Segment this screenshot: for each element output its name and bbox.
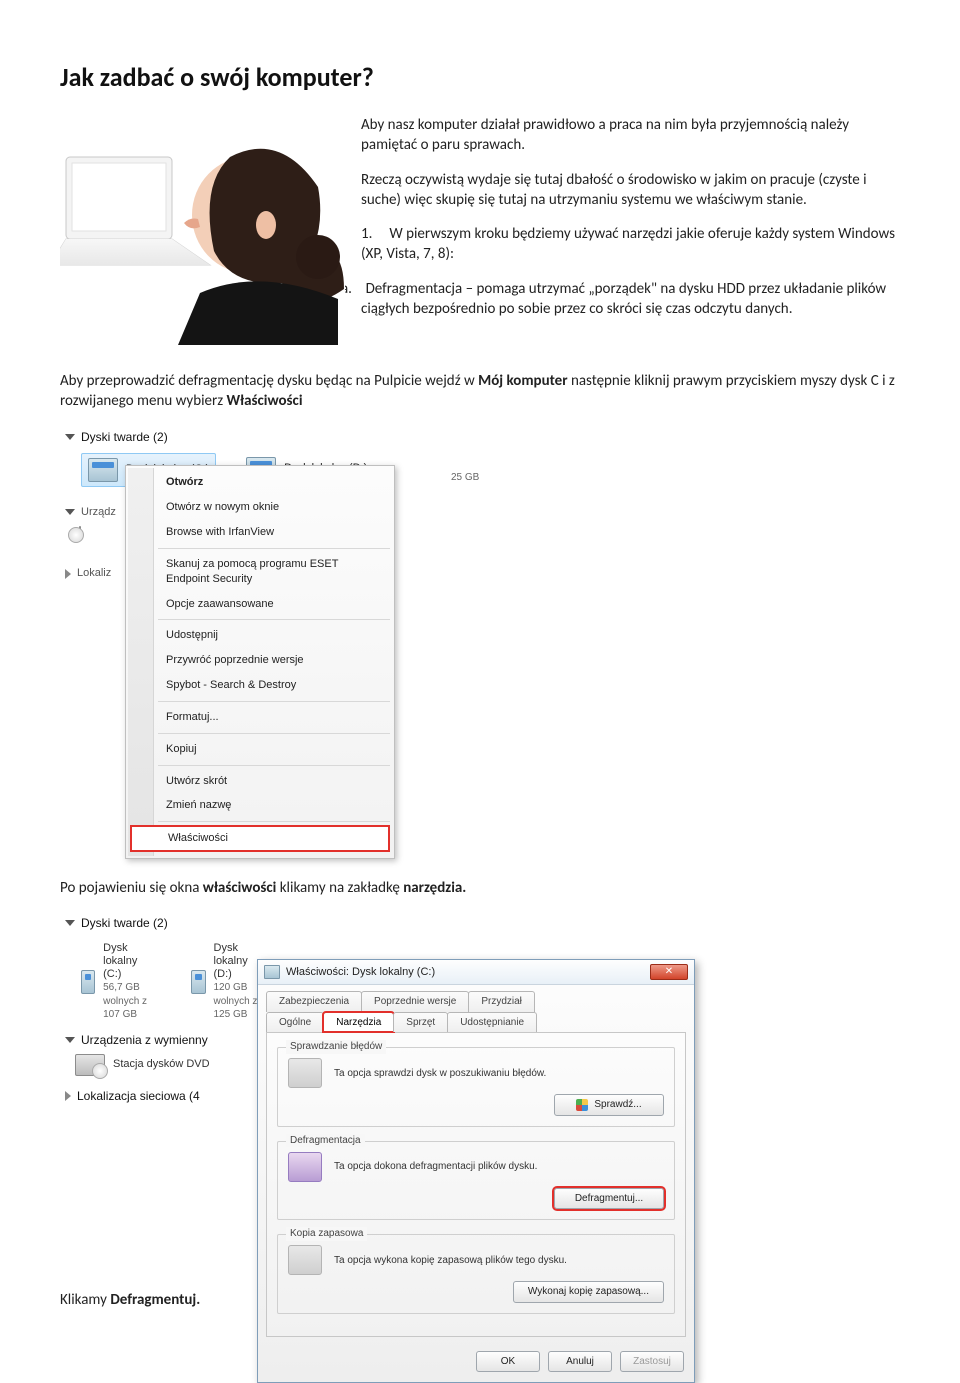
backup-icon xyxy=(288,1245,322,1275)
close-button[interactable]: ✕ xyxy=(650,964,688,980)
group-defrag-text: Ta opcja dokona defragmentacji plików dy… xyxy=(334,1160,664,1174)
section-disks-label-2: Dyski twarde (2) xyxy=(81,915,168,931)
ctx-share[interactable]: Udostępnij xyxy=(128,623,392,648)
footer-bold: Defragmentuj. xyxy=(110,1291,200,1309)
tab-quota[interactable]: Przydział xyxy=(468,991,535,1012)
group-backup-title: Kopia zapasowa xyxy=(286,1227,367,1241)
tab-security[interactable]: Zabezpieczenia xyxy=(266,991,362,1012)
ctx-advanced[interactable]: Opcje zaawansowane xyxy=(128,592,392,617)
intro-block: Aby nasz komputer działał prawidłowo a p… xyxy=(60,115,900,353)
ctx-irfanview[interactable]: Browse with IrfanView xyxy=(128,520,392,545)
instr2-mid: klikamy na zakładkę xyxy=(276,879,403,897)
tab-previous-versions[interactable]: Poprzednie wersje xyxy=(361,991,469,1012)
apply-button[interactable]: Zastosuj xyxy=(620,1351,684,1373)
dialog-titlebar: Właściwości: Dysk lokalny (C:) ✕ xyxy=(258,960,694,985)
footer-pre: Klikamy xyxy=(60,1291,110,1309)
backup-button-label: Wykonaj kopię zapasową... xyxy=(528,1285,649,1299)
step-1a-text: Defragmentacja – pomaga utrzymać „porząd… xyxy=(361,280,886,318)
section-network-label: Lokalizacja sieciowa (4 xyxy=(77,1088,200,1104)
chevron-down-icon xyxy=(65,434,75,440)
devices-label: Urządz xyxy=(81,505,116,520)
disk-icon xyxy=(264,965,280,979)
instruction-1: Aby przeprowadzić defragmentację dysku b… xyxy=(60,371,900,412)
backup-button[interactable]: Wykonaj kopię zapasową... xyxy=(513,1281,664,1303)
ctx-restore-versions[interactable]: Przywróć poprzednie wersje xyxy=(128,648,392,673)
group-errorcheck: Sprawdzanie błędów Ta opcja sprawdzi dys… xyxy=(277,1047,675,1127)
ctx-eset-scan[interactable]: Skanuj za pomocą programu ESET Endpoint … xyxy=(128,552,392,592)
ctx-copy[interactable]: Kopiuj xyxy=(128,737,392,762)
disk-c-item-2[interactable]: Dysk lokalny (C:) 56,7 GB wolnych z 107 … xyxy=(75,938,161,1026)
instr1-bold1: Mój komputer xyxy=(478,372,567,390)
context-menu: Otwórz Otwórz w nowym oknie Browse with … xyxy=(125,465,395,859)
tab-sharing[interactable]: Udostępnianie xyxy=(447,1012,537,1033)
instr2-bold2: narzędzia. xyxy=(403,879,466,897)
chevron-down-icon xyxy=(65,920,75,926)
ok-button[interactable]: OK xyxy=(476,1351,540,1373)
errorcheck-icon xyxy=(288,1058,322,1088)
disk-icon xyxy=(191,970,205,994)
instr2-pre: Po pojawieniu się okna xyxy=(60,879,203,897)
cancel-button[interactable]: Anuluj xyxy=(548,1351,612,1373)
tab-tools[interactable]: Narzędzia xyxy=(323,1012,394,1033)
section-disks-header-2: Dyski twarde (2) xyxy=(61,913,251,933)
check-button[interactable]: Sprawdź... xyxy=(554,1094,664,1116)
defragment-button[interactable]: Defragmentuj... xyxy=(554,1188,664,1210)
instr1-pre: Aby przeprowadzić defragmentację dysku b… xyxy=(60,372,478,390)
ctx-rename[interactable]: Zmień nazwę xyxy=(128,793,392,818)
instr2-bold1: właściwości xyxy=(203,879,277,897)
chevron-right-icon xyxy=(65,569,71,579)
chevron-down-icon xyxy=(65,1037,75,1043)
location-label: Lokaliz xyxy=(77,566,111,581)
section-devices-header: Urządzenia z wymienny xyxy=(61,1030,251,1050)
dialog-title-text: Właściwości: Dysk lokalny (C:) xyxy=(286,965,435,980)
disk-c-label-2: Dysk lokalny (C:) xyxy=(103,942,155,982)
screenshot-properties-dialog: Dyski twarde (2) Dysk lokalny (C:) 56,7 … xyxy=(60,912,715,1272)
disk-icon xyxy=(88,458,118,482)
ctx-create-shortcut[interactable]: Utwórz skrót xyxy=(128,769,392,794)
defragment-button-label: Defragmentuj... xyxy=(575,1192,643,1206)
ctx-format[interactable]: Formatuj... xyxy=(128,705,392,730)
instruction-2: Po pojawieniu się okna właściwości klika… xyxy=(60,878,900,898)
group-errorcheck-text: Ta opcja sprawdzi dysk w poszukiwaniu bł… xyxy=(334,1067,664,1081)
screenshot-context-menu: Dyski twarde (2) Dysk lokalny (C:) Dysk … xyxy=(60,426,530,861)
defrag-icon xyxy=(288,1152,322,1182)
page-title: Jak zadbać o swój komputer? xyxy=(60,60,900,95)
ctx-spybot[interactable]: Spybot - Search & Destroy xyxy=(128,673,392,698)
dvd-icon xyxy=(75,1054,105,1076)
group-defrag: Defragmentacja Ta opcja dokona defragmen… xyxy=(277,1141,675,1221)
step-1-text: W pierwszym kroku będziemy używać narzęd… xyxy=(361,225,895,263)
disk-icon xyxy=(81,970,95,994)
group-backup: Kopia zapasowa Ta opcja wykona kopię zap… xyxy=(277,1234,675,1314)
disk-c-sub: 56,7 GB wolnych z 107 GB xyxy=(103,981,155,1022)
tab-general[interactable]: Ogólne xyxy=(266,1012,324,1033)
ctx-open-new-window[interactable]: Otwórz w nowym oknie xyxy=(128,495,392,520)
dvd-label: Stacja dysków DVD xyxy=(113,1057,210,1072)
group-errorcheck-title: Sprawdzanie błędów xyxy=(286,1040,386,1054)
section-network-header: Lokalizacja sieciowa (4 xyxy=(61,1086,251,1106)
ctx-open[interactable]: Otwórz xyxy=(128,470,392,495)
chevron-down-icon xyxy=(65,509,75,515)
ctx-properties[interactable]: Właściwości xyxy=(130,825,390,852)
tab-hardware[interactable]: Sprzęt xyxy=(393,1012,448,1033)
dvd-icon xyxy=(79,526,81,540)
section-disks-label: Dyski twarde (2) xyxy=(81,429,168,445)
section-devices-label: Urządzenia z wymienny xyxy=(81,1032,208,1048)
step-1-num: 1. xyxy=(361,225,372,243)
instr1-bold2: Właściwości xyxy=(227,392,303,410)
disk-d-sub: 25 GB xyxy=(451,471,479,485)
group-backup-text: Ta opcja wykona kopię zapasową plików te… xyxy=(334,1254,664,1268)
group-defrag-title: Defragmentacja xyxy=(286,1134,365,1148)
section-disks-header: Dyski twarde (2) xyxy=(61,427,529,447)
properties-dialog: Właściwości: Dysk lokalny (C:) ✕ Zabezpi… xyxy=(257,959,695,1383)
check-button-label: Sprawdź... xyxy=(594,1098,641,1112)
hero-image xyxy=(60,115,345,345)
chevron-right-icon xyxy=(65,1091,71,1101)
